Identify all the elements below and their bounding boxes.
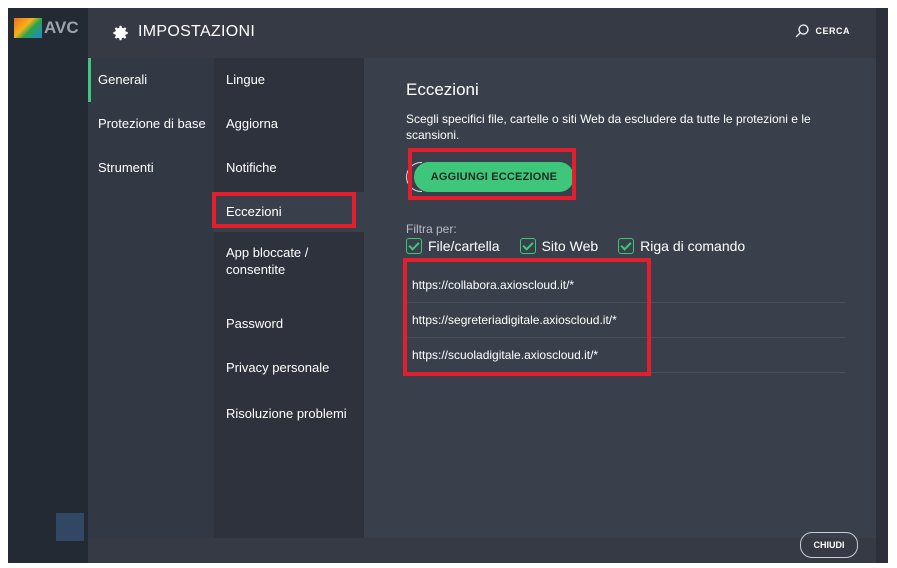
filter-command-line-checkbox[interactable]: Riga di comando [618,238,745,254]
secondary-nav: Lingue Aggiorna Notifiche Eccezioni App … [214,58,364,538]
avg-logo-icon [14,18,42,38]
filter-file-checkbox[interactable]: File/cartella [406,238,500,254]
primary-nav: Generali Protezione di base Strumenti [88,58,214,538]
subnav-item-label: Notifiche [226,160,277,175]
page-title: IMPOSTAZIONI [138,23,256,40]
section-description: Scegli specifici file, cartelle o siti W… [406,112,811,142]
close-button[interactable]: CHIUDI [800,532,858,558]
nav-item-label: Generali [98,72,148,87]
subnav-item-label: Aggiorna [226,116,279,131]
filter-label: Filtra per: [406,222,457,236]
highlight-add-button [408,148,576,200]
avg-settings-window: AVC IMPOSTAZIONI CERCA Generali Protezio… [8,8,888,563]
checkbox-checked-icon [519,238,536,254]
active-indicator [88,58,91,102]
subnav-item-label: Lingue [226,72,266,87]
subnav-item-label: Password [226,316,284,331]
subnav-item-notifiche[interactable]: Notifiche [214,146,364,190]
subnav-item-aggiorna[interactable]: Aggiorna [214,102,364,146]
filter-label-text: Riga di comando [640,238,746,254]
nav-item-label: Strumenti [98,160,154,175]
subnav-item-app-bloccate[interactable]: App bloccate / consentite [214,244,344,288]
search-icon [796,24,810,38]
settings-header: IMPOSTAZIONI CERCA [88,8,876,58]
background-logo-text: AVC [44,18,79,37]
highlight-exceptions-list [403,258,651,376]
search-button[interactable]: CERCA [795,24,850,38]
filter-label-text: File/cartella [428,238,500,254]
checkbox-checked-icon [618,238,635,254]
background-app-strip: AVC [8,8,88,563]
nav-item-protezione-di-base[interactable]: Protezione di base [88,102,214,146]
background-tile [56,513,84,541]
subnav-item-label: Risoluzione problemi [226,406,347,421]
highlight-eccezioni [212,192,356,228]
filter-label-text: Sito Web [541,238,599,254]
gear-icon [113,25,128,41]
subnav-item-password[interactable]: Password [214,302,364,346]
search-label: CERCA [815,26,850,36]
nav-item-label: Protezione di base [98,116,206,131]
subnav-item-risoluzione-problemi[interactable]: Risoluzione problemi [214,392,364,436]
nav-item-strumenti[interactable]: Strumenti [88,146,214,190]
subnav-item-label: Privacy personale [226,360,330,375]
subnav-item-privacy-personale[interactable]: Privacy personale [214,346,364,390]
section-title: Eccezioni [406,80,479,99]
filter-group: File/cartella Sito Web Riga di comando [406,238,745,254]
subnav-item-lingue[interactable]: Lingue [214,58,364,102]
checkbox-checked-icon [406,238,422,254]
settings-footer: CHIUDI [88,532,876,563]
nav-item-generali[interactable]: Generali [88,58,214,102]
subnav-item-label: App bloccate / consentite [226,245,309,277]
filter-website-checkbox[interactable]: Sito Web [519,238,599,254]
